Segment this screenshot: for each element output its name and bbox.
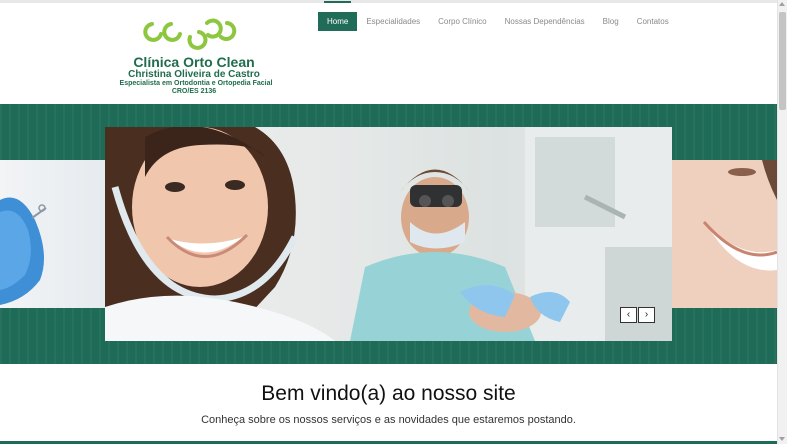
nav-item-contatos[interactable]: Contatos — [628, 12, 678, 31]
chevron-left-icon: ‹ — [626, 309, 631, 320]
welcome-title: Bem vindo(a) ao nosso site — [261, 382, 516, 405]
scroll-down-arrow-icon[interactable] — [779, 437, 785, 441]
main-nav: Home Especialidades Corpo Clínico Nossas… — [318, 1, 678, 31]
next-slide-peek[interactable] — [672, 160, 777, 308]
welcome-subtitle: Conheça sobre os nossos serviços e as no… — [201, 414, 576, 426]
dentist-photo — [105, 127, 672, 341]
braces-logo-icon — [143, 18, 237, 50]
nav-item-corpo-clinico[interactable]: Corpo Clínico — [429, 12, 495, 31]
page-scrollbar[interactable] — [777, 0, 787, 444]
chevron-right-icon: › — [644, 309, 649, 320]
gloved-hand-image — [0, 197, 47, 305]
smile-image — [672, 160, 777, 308]
nav-item-blog[interactable]: Blog — [594, 12, 628, 31]
current-slide-image — [105, 127, 672, 341]
doctor-registration: CRO/ES 2136 — [171, 88, 217, 95]
nav-item-home[interactable]: Home — [318, 1, 358, 31]
scroll-thumb[interactable] — [779, 12, 786, 110]
doctor-specialty: Especialista em Ortodontia e Ortopedia F… — [119, 80, 273, 87]
clinic-name: Clínica Orto Clean — [133, 54, 255, 70]
clinic-logo[interactable]: Clínica Orto Clean Christina Oliveira de… — [114, 14, 274, 98]
doctor-name: Christina Oliveira de Castro — [128, 69, 260, 80]
slider-prev-button[interactable]: ‹ — [620, 307, 637, 323]
top-border — [0, 0, 777, 3]
slider-controls: ‹ › — [620, 307, 656, 323]
scroll-up-arrow-icon[interactable] — [779, 2, 785, 6]
nav-item-nossas-dependencias[interactable]: Nossas Dependências — [496, 12, 594, 31]
slider-band — [0, 104, 777, 364]
nav-item-especialidades[interactable]: Especialidades — [357, 12, 429, 31]
previous-slide-peek[interactable] — [0, 160, 105, 308]
slider-next-button[interactable]: › — [638, 307, 655, 323]
